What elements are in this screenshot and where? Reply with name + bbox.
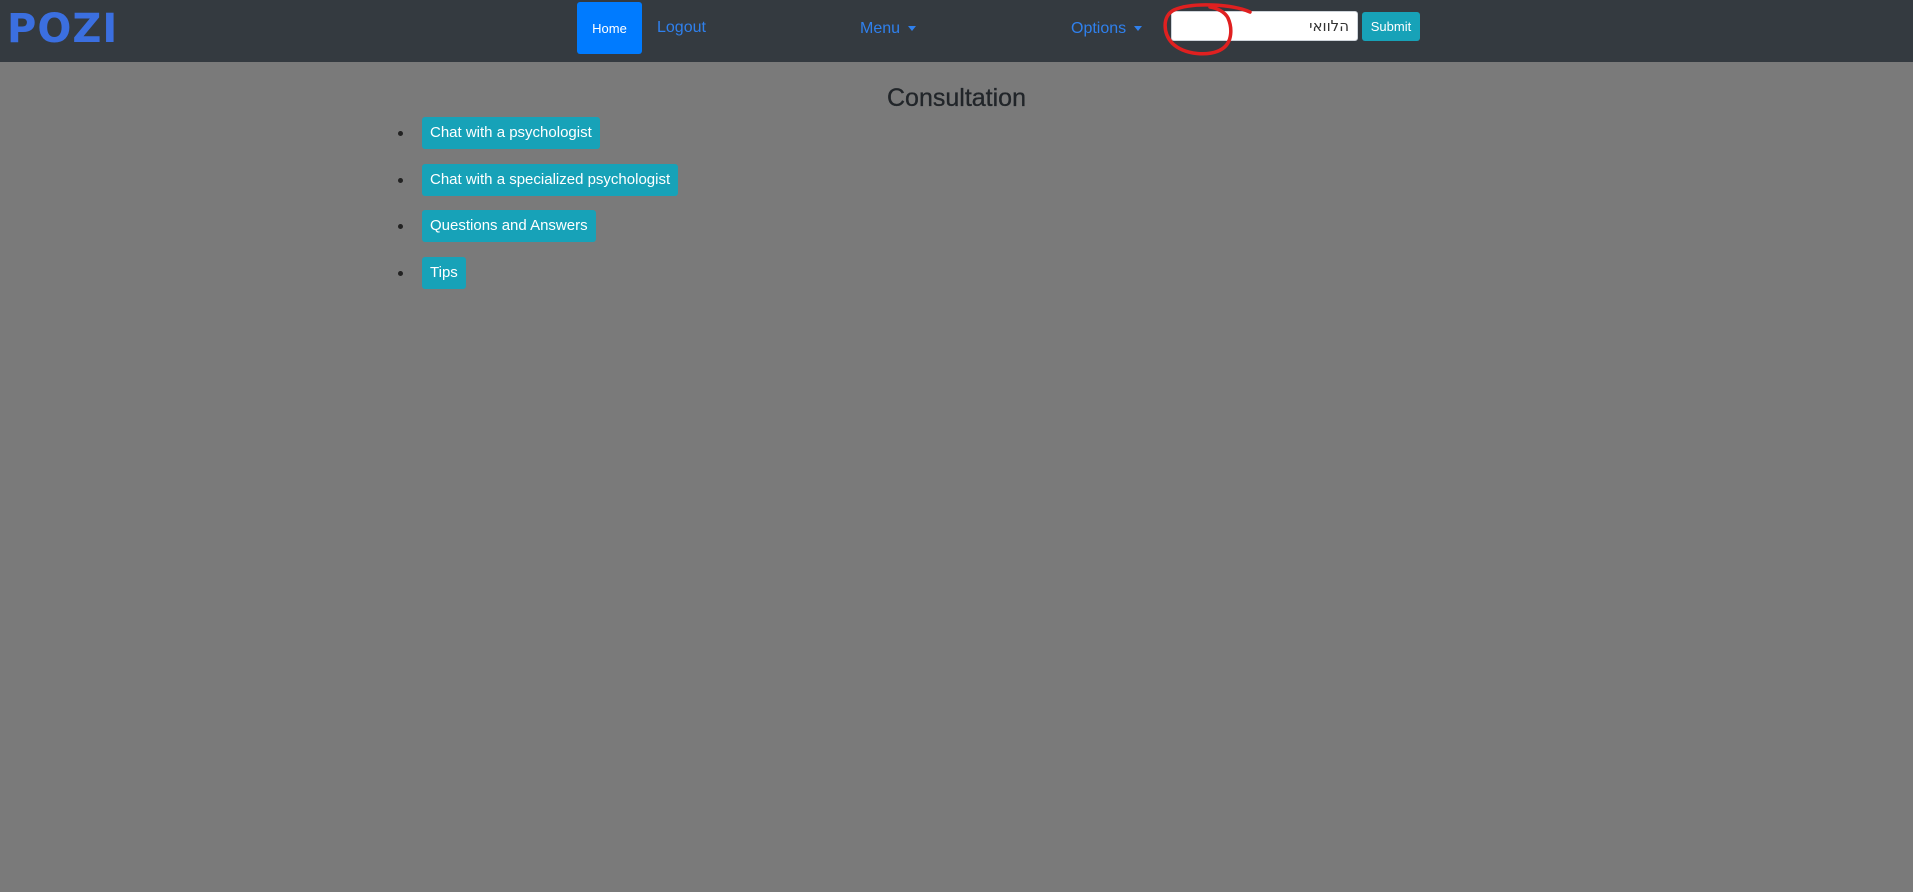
search-input[interactable] xyxy=(1171,11,1358,41)
chevron-down-icon xyxy=(908,26,917,32)
tips-button[interactable]: Tips xyxy=(422,257,466,289)
options-dropdown[interactable]: Options xyxy=(1071,19,1143,39)
chat-specialized-psychologist-button[interactable]: Chat with a specialized psychologist xyxy=(422,164,679,196)
home-button[interactable]: Home xyxy=(577,2,642,54)
pozi-logo[interactable]: POZI xyxy=(7,6,118,52)
questions-answers-button[interactable]: Questions and Answers xyxy=(422,210,596,242)
top-navbar: POZI Home Logout Menu Options Submit xyxy=(0,0,1913,62)
logout-link[interactable]: Logout xyxy=(657,18,706,38)
chevron-down-icon xyxy=(1134,26,1143,32)
submit-button[interactable]: Submit xyxy=(1362,12,1420,41)
page-title: Consultation xyxy=(887,84,1026,112)
menu-dropdown[interactable]: Menu xyxy=(860,19,917,39)
menu-label: Menu xyxy=(860,20,901,37)
chat-psychologist-button[interactable]: Chat with a psychologist xyxy=(422,117,600,149)
options-label: Options xyxy=(1071,20,1127,37)
